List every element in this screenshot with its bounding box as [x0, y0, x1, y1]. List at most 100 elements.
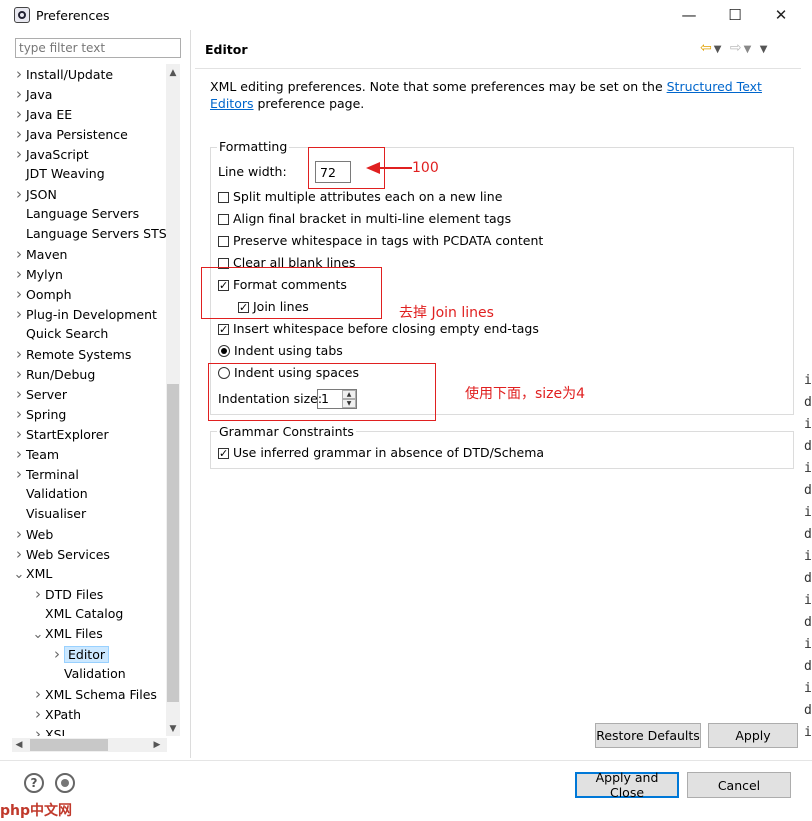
tree-item-label[interactable]: Web	[26, 527, 53, 542]
tree-item[interactable]: XML Catalog	[31, 604, 123, 624]
tree-item[interactable]: › Install/Update	[12, 64, 113, 84]
tree-item-label[interactable]: Validation	[64, 666, 126, 681]
tree-item[interactable]: › XSL	[31, 724, 68, 736]
scroll-up-icon[interactable]: ▲	[166, 66, 180, 80]
formatting-option-checkbox[interactable]: Split multiple attributes each on a new …	[218, 188, 502, 206]
tree-item-label[interactable]: Language Servers STS	[26, 226, 166, 241]
tree-item[interactable]: › Spring	[12, 404, 66, 424]
tree-collapsed-chevron-icon[interactable]: ›	[12, 84, 26, 104]
cancel-button[interactable]: Cancel	[687, 772, 791, 798]
tree-item[interactable]: Language Servers	[12, 204, 139, 224]
tree-item[interactable]: JDT Weaving	[12, 164, 105, 184]
tree-item-label[interactable]: Spring	[26, 407, 66, 422]
indent-tabs-radio[interactable]: Indent using tabs	[218, 342, 343, 360]
tree-item-label[interactable]: Validation	[26, 486, 88, 501]
tree-item[interactable]: › DTD Files	[31, 584, 103, 604]
tree-collapsed-chevron-icon[interactable]: ›	[31, 724, 45, 736]
tree-collapsed-chevron-icon[interactable]: ›	[12, 444, 26, 464]
tree-item-label[interactable]: Install/Update	[26, 67, 113, 82]
tree-collapsed-chevron-icon[interactable]: ›	[12, 284, 26, 304]
tree-collapsed-chevron-icon[interactable]: ›	[12, 244, 26, 264]
tree-item[interactable]: › Web Services	[12, 544, 110, 564]
tree-item[interactable]: › Oomph	[12, 284, 72, 304]
tree-collapsed-chevron-icon[interactable]: ›	[12, 464, 26, 484]
tree-collapsed-chevron-icon[interactable]: ›	[12, 144, 26, 164]
tree-item-label[interactable]: Oomph	[26, 287, 72, 302]
unchecked-box-icon[interactable]	[218, 235, 229, 247]
record-macro-icon[interactable]	[55, 773, 75, 793]
unchecked-box-icon[interactable]	[218, 191, 229, 203]
tree-item-label[interactable]: Quick Search	[26, 326, 108, 341]
scroll-right-icon[interactable]: ▶	[150, 738, 164, 752]
tree-item[interactable]: › Java Persistence	[12, 124, 128, 144]
tree-collapsed-chevron-icon[interactable]: ›	[12, 544, 26, 564]
tree-item-label[interactable]: Run/Debug	[26, 367, 95, 382]
formatting-option-checkbox[interactable]: Align final bracket in multi-line elemen…	[218, 210, 511, 228]
tree-item-label[interactable]: JSON	[26, 187, 57, 202]
tree-collapsed-chevron-icon[interactable]: ›	[12, 524, 26, 544]
tree-item-label[interactable]: JavaScript	[26, 147, 89, 162]
tree-item[interactable]: › Plug-in Development	[12, 304, 157, 324]
back-menu-chevron-icon[interactable]: ▼	[714, 44, 724, 55]
tree-vertical-scroll-thumb[interactable]	[167, 384, 179, 702]
tree-item-label[interactable]: Maven	[26, 247, 67, 262]
tree-collapsed-chevron-icon[interactable]: ›	[31, 704, 45, 724]
tree-collapsed-chevron-icon[interactable]: ›	[12, 344, 26, 364]
indent-tabs-radio-dot[interactable]	[218, 345, 230, 357]
tree-item-label[interactable]: Team	[26, 447, 59, 462]
filter-input[interactable]	[15, 38, 181, 58]
tree-item[interactable]: › XML Schema Files	[31, 684, 157, 704]
tree-item-label[interactable]: XSL	[45, 727, 68, 736]
tree-expanded-chevron-icon[interactable]: ⌄	[12, 565, 26, 585]
tree-item[interactable]: › Mylyn	[12, 264, 63, 284]
tree-item[interactable]: Validation	[50, 664, 126, 684]
tree-item-label[interactable]: Editor	[64, 646, 109, 663]
tree-collapsed-chevron-icon[interactable]: ›	[31, 584, 45, 604]
tree-item[interactable]: › Team	[12, 444, 59, 464]
tree-item-label[interactable]: Language Servers	[26, 206, 139, 221]
tree-item-label[interactable]: DTD Files	[45, 587, 103, 602]
maximize-button[interactable]: ☐	[712, 0, 758, 30]
tree-collapsed-chevron-icon[interactable]: ›	[12, 104, 26, 124]
tree-item[interactable]: ⌄ XML Files	[31, 624, 103, 644]
tree-item-label[interactable]: XPath	[45, 707, 81, 722]
tree-collapsed-chevron-icon[interactable]: ›	[31, 684, 45, 704]
tree-collapsed-chevron-icon[interactable]: ›	[12, 184, 26, 204]
tree-item[interactable]: Validation	[12, 484, 88, 504]
tree-item[interactable]: › Java EE	[12, 104, 72, 124]
scroll-down-icon[interactable]: ▼	[166, 722, 180, 736]
tree-item[interactable]: › Run/Debug	[12, 364, 95, 384]
unchecked-box-icon[interactable]	[218, 213, 229, 225]
tree-item[interactable]: Quick Search	[12, 324, 108, 344]
tree-item[interactable]: › Terminal	[12, 464, 79, 484]
forward-menu-chevron-icon[interactable]: ▼	[744, 44, 754, 55]
help-icon[interactable]: ?	[24, 773, 44, 793]
tree-item[interactable]: › Server	[12, 384, 67, 404]
tree-item[interactable]: › JavaScript	[12, 144, 89, 164]
close-button[interactable]: ✕	[758, 0, 804, 30]
tree-expanded-chevron-icon[interactable]: ⌄	[31, 625, 45, 645]
tree-item-label[interactable]: Java	[26, 87, 52, 102]
tree-item[interactable]: › Maven	[12, 244, 67, 264]
tree-item-label[interactable]: Mylyn	[26, 267, 63, 282]
tree-item[interactable]: › Java	[12, 84, 52, 104]
tree-collapsed-chevron-icon[interactable]: ›	[12, 304, 26, 324]
tree-horizontal-scroll-thumb[interactable]	[30, 739, 108, 751]
tree-item[interactable]: Visualiser	[12, 504, 86, 524]
formatting-option-checkbox[interactable]: Preserve whitespace in tags with PCDATA …	[218, 232, 543, 250]
tree-item[interactable]: › Editor	[50, 644, 109, 664]
tree-item[interactable]: › Web	[12, 524, 53, 544]
tree-collapsed-chevron-icon[interactable]: ›	[12, 404, 26, 424]
tree-collapsed-chevron-icon[interactable]: ›	[12, 364, 26, 384]
tree-item[interactable]: › StartExplorer	[12, 424, 109, 444]
tree-collapsed-chevron-icon[interactable]: ›	[12, 124, 26, 144]
tree-item-label[interactable]: XML Files	[45, 626, 103, 641]
tree-item[interactable]: › XPath	[31, 704, 81, 724]
inferred-grammar-checkbox[interactable]: Use inferred grammar in absence of DTD/S…	[218, 444, 544, 462]
back-arrow-icon[interactable]: ⇦	[700, 40, 714, 56]
tree-item-label[interactable]: Visualiser	[26, 506, 86, 521]
tree-item-label[interactable]: XML	[26, 566, 52, 581]
minimize-button[interactable]: —	[666, 0, 712, 30]
tree-collapsed-chevron-icon[interactable]: ›	[50, 644, 64, 664]
apply-and-close-button[interactable]: Apply and Close	[575, 770, 679, 800]
